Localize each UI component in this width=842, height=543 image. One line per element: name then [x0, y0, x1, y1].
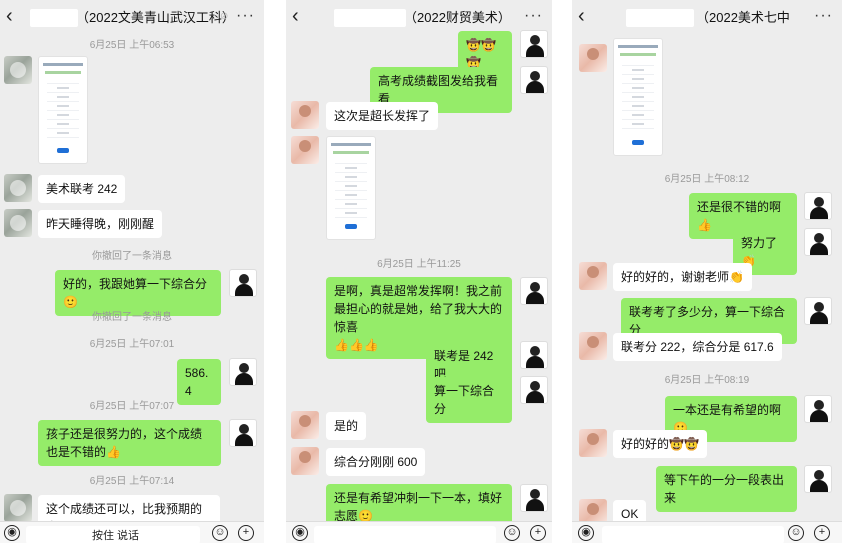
message-input[interactable] [602, 526, 784, 543]
avatar[interactable] [579, 429, 607, 457]
timestamp: 6月25日 上午11:25 [377, 259, 461, 270]
chat-header: ‹ （2022文美青山武汉工科） ⊘ ··· [0, 0, 264, 36]
message-bubble[interactable]: 等下午的一分一段表出来 [656, 466, 797, 512]
avatar[interactable] [4, 494, 32, 522]
message-text: 孩子还是很努力的，这个成绩也是不错的 [46, 427, 203, 459]
avatar[interactable] [4, 209, 32, 237]
more-icon[interactable]: ··· [524, 7, 543, 25]
input-bar: ◉ ☺ + [286, 521, 552, 543]
emoji-icon[interactable]: ☺ [212, 525, 228, 541]
avatar[interactable] [520, 66, 548, 94]
avatar[interactable] [579, 332, 607, 360]
timestamp: 6月25日 上午07:07 [89, 401, 175, 412]
thumbs-up-icon: 👍👍👍 [334, 338, 379, 352]
screenshot-image[interactable] [326, 136, 376, 240]
timestamp: 6月25日 上午07:01 [89, 339, 175, 350]
mute-icon: ⊘ [220, 11, 229, 22]
timestamp: 6月25日 上午07:14 [89, 476, 175, 487]
avatar[interactable] [4, 174, 32, 202]
thumbs-up-icon: 👍 [697, 218, 712, 232]
avatar[interactable] [804, 297, 832, 325]
redacted-name [626, 9, 694, 27]
message-bubble[interactable]: 联考分 222，综合分是 617.6 [613, 333, 782, 361]
message-text: 一本还是有希望的啊 [673, 403, 782, 417]
message-bubble[interactable]: 好的好的，谢谢老师👏 [613, 263, 752, 291]
timestamp: 6月25日 上午08:12 [664, 174, 750, 185]
voice-icon[interactable]: ◉ [4, 525, 20, 541]
avatar[interactable] [804, 395, 832, 423]
message-text: 是啊，真是超常发挥啊！我之前最担心的就是她，给了我大大的惊喜 [334, 284, 503, 334]
avatar[interactable] [579, 262, 607, 290]
thumbs-up-icon: 👍 [106, 445, 121, 459]
message-bubble[interactable]: 综合分刚刚 600 [326, 448, 426, 476]
avatar[interactable] [804, 228, 832, 256]
redacted-name [334, 9, 406, 27]
back-icon[interactable]: ‹ [292, 5, 299, 27]
message-bubble[interactable]: 好的好的🤠🤠 [613, 430, 707, 458]
message-bubble[interactable]: 算一下综合分 [426, 377, 512, 423]
chat-title: （2022美术七中 [696, 10, 790, 25]
message-input[interactable] [314, 526, 496, 543]
clap-icon: 👏 [729, 270, 744, 284]
message-bubble[interactable]: 是的 [326, 412, 367, 440]
plus-icon[interactable]: + [530, 525, 546, 541]
message-text: 好的好的 [621, 437, 670, 451]
chat-header: ‹ （2022美术七中 ··· [572, 0, 842, 36]
more-icon[interactable]: ··· [236, 7, 255, 25]
message-bubble[interactable]: 昨天睡得晚，刚刚醒 [38, 210, 163, 238]
timestamp: 6月25日 上午08:19 [664, 375, 750, 386]
avatar[interactable] [291, 411, 319, 439]
screenshot-image[interactable] [38, 56, 88, 164]
avatar[interactable] [804, 465, 832, 493]
cowboy-icon: 🤠🤠 [669, 437, 699, 451]
voice-icon[interactable]: ◉ [578, 525, 594, 541]
back-icon[interactable]: ‹ [578, 5, 585, 27]
avatar[interactable] [291, 101, 319, 129]
hold-to-talk-label: 按住 说话 [92, 530, 140, 542]
avatar[interactable] [291, 447, 319, 475]
recall-notice: 你撤回了一条消息 [92, 312, 172, 323]
avatar[interactable] [229, 358, 257, 386]
input-bar: ◉ 按住 说话 ☺ + [0, 521, 264, 543]
avatar[interactable] [804, 192, 832, 220]
timestamp: 6月25日 上午06:53 [89, 40, 175, 51]
message-bubble[interactable]: 美术联考 242 [38, 175, 126, 203]
screenshot-image[interactable] [613, 38, 663, 156]
chat-panel-3: ‹ （2022美术七中 ··· 6月25日 上午08:12 还是很不错的啊 👍 努… [572, 0, 842, 543]
message-text: 好的好的，谢谢老师 [621, 270, 730, 284]
avatar[interactable] [229, 269, 257, 297]
avatar[interactable] [4, 56, 32, 84]
message-bubble[interactable]: 这次是超长发挥了 [326, 102, 439, 130]
avatar[interactable] [520, 277, 548, 305]
avatar[interactable] [520, 341, 548, 369]
plus-icon[interactable]: + [238, 525, 254, 541]
chat-panel-1: ‹ （2022文美青山武汉工科） ⊘ ··· 6月25日 上午06:53 美术联… [0, 0, 264, 543]
more-icon[interactable]: ··· [814, 7, 833, 25]
message-text: 好的，我跟她算一下综合分 [63, 277, 208, 291]
chat-title: （2022文美青山武汉工科） [76, 10, 235, 25]
recall-notice: 你撤回了一条消息 [92, 251, 172, 262]
message-text: 还是很不错的啊 [697, 200, 782, 214]
emoji-icon[interactable]: ☺ [504, 525, 520, 541]
emoji-icon[interactable]: ☺ [788, 525, 804, 541]
avatar[interactable] [229, 419, 257, 447]
message-bubble[interactable]: 孩子还是很努力的，这个成绩也是不错的👍 [38, 420, 221, 466]
avatar[interactable] [520, 376, 548, 404]
chat-title: （2022财贸美术） [404, 10, 511, 25]
avatar[interactable] [579, 44, 607, 72]
voice-icon[interactable]: ◉ [292, 525, 308, 541]
chat-header: ‹ （2022财贸美术） ··· [286, 0, 552, 36]
avatar[interactable] [291, 136, 319, 164]
smile-icon: 🙂 [63, 295, 78, 309]
back-icon[interactable]: ‹ [6, 5, 13, 27]
avatar[interactable] [520, 484, 548, 512]
chat-panel-2: ‹ （2022财贸美术） ··· 🤠🤠🤠 高考成绩截图发给我看看 这次是超长发挥… [286, 0, 552, 543]
input-bar: ◉ ☺ + [572, 521, 842, 543]
redacted-name [30, 9, 78, 27]
avatar[interactable] [520, 30, 548, 58]
plus-icon[interactable]: + [814, 525, 830, 541]
message-text: 努力了 [741, 236, 778, 250]
